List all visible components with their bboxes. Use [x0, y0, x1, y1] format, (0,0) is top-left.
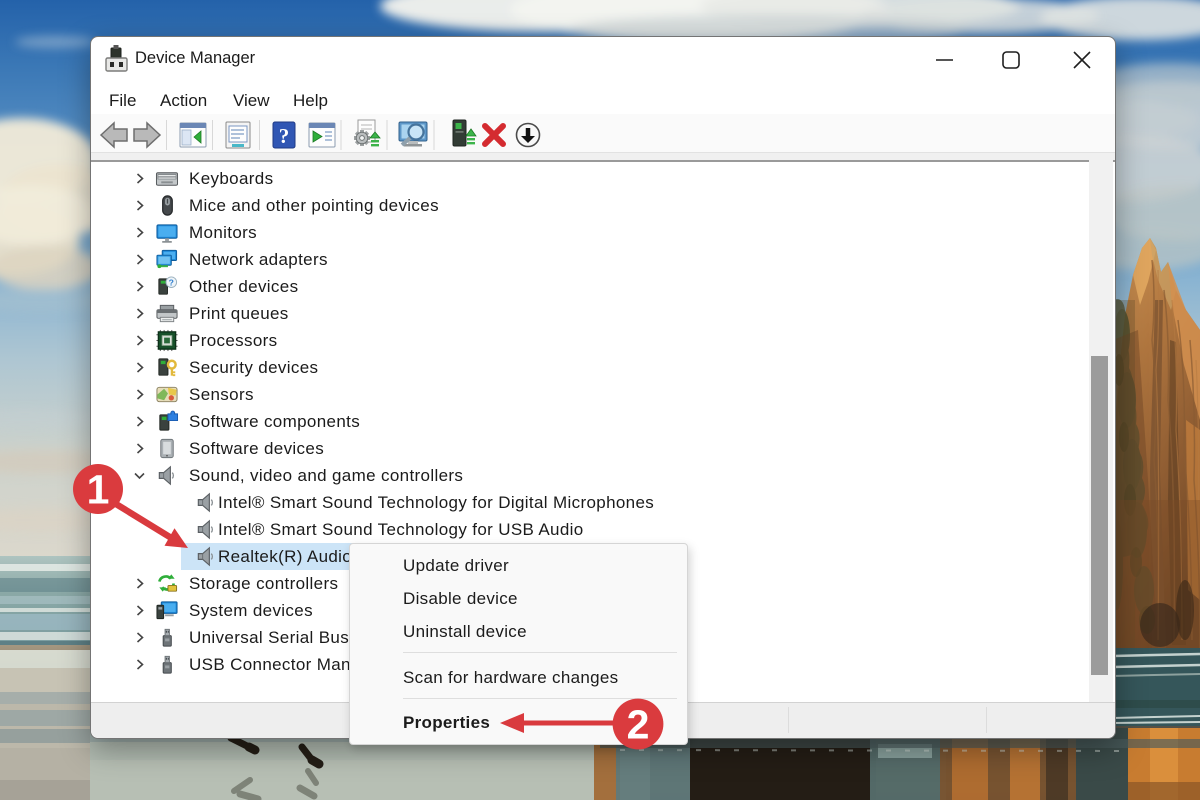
svg-text:2: 2: [627, 702, 650, 748]
svg-text:1: 1: [87, 467, 110, 513]
